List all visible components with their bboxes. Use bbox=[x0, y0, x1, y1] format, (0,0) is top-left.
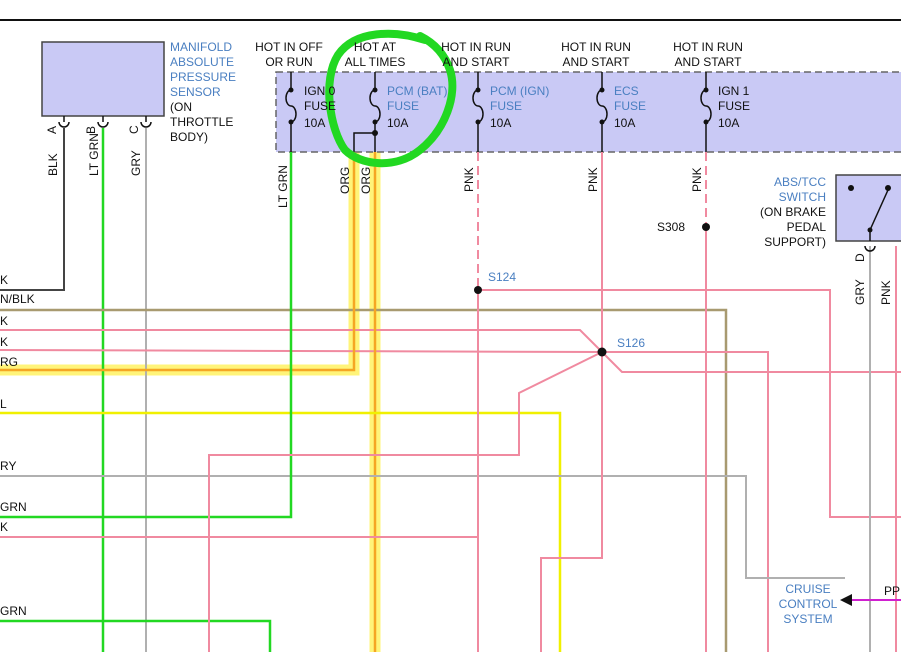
left-wire-label: N/BLK bbox=[0, 292, 35, 306]
map-sensor-title: MANIFOLD bbox=[170, 40, 232, 54]
fuse-name: IGN 1 bbox=[718, 84, 750, 98]
fuse-header: HOT IN RUN bbox=[561, 40, 631, 54]
org-wire-highlight bbox=[0, 152, 381, 652]
abs-pin-label: D bbox=[853, 253, 867, 262]
map-sensor-box bbox=[41, 41, 165, 117]
fuse-name: FUSE bbox=[614, 99, 646, 113]
map-sensor-location: BODY) bbox=[170, 130, 208, 144]
abs-switch-title: ABS/TCC bbox=[774, 175, 826, 189]
left-wire-label: GRN bbox=[0, 604, 27, 618]
wire-pnk-s126-a bbox=[208, 351, 603, 652]
fuse-name: PCM (BAT) bbox=[387, 84, 447, 98]
wire-pnk-s126-b bbox=[601, 351, 901, 373]
cruise-title: CONTROL bbox=[779, 597, 838, 611]
abs-switch-location: (ON BRAKE bbox=[760, 205, 826, 219]
fuse-name: FUSE bbox=[387, 99, 419, 113]
map-sensor-location: THROTTLE bbox=[170, 115, 233, 129]
map-sensor-title: ABSOLUTE bbox=[170, 55, 234, 69]
splice-label: S124 bbox=[488, 270, 516, 284]
wire-yel bbox=[0, 411, 562, 652]
fuse-header: HOT IN RUN bbox=[673, 40, 743, 54]
fuse-wire-label: ORG bbox=[359, 167, 373, 194]
abs-wire-label: PNK bbox=[879, 280, 893, 305]
map-pin-label: B bbox=[84, 126, 98, 134]
wire-pnk-k1 bbox=[0, 329, 603, 353]
fuse-wire-label: LT GRN bbox=[276, 165, 290, 208]
fuse-rating: 10A bbox=[614, 116, 635, 130]
fuse-name: FUSE bbox=[304, 99, 336, 113]
cruise-arrow-icon bbox=[840, 594, 852, 606]
abs-switch-title: SWITCH bbox=[779, 190, 826, 204]
map-wire-label: BLK bbox=[46, 153, 60, 176]
wire-ltgrn-bottom bbox=[0, 619, 272, 652]
fuse-name: ECS bbox=[614, 84, 639, 98]
left-wire-label: RG bbox=[0, 355, 18, 369]
splice-label: S126 bbox=[617, 336, 645, 350]
splice-s124-dot bbox=[474, 286, 482, 294]
cruise-wire-label: PP bbox=[884, 584, 900, 598]
abs-wire-label: GRY bbox=[853, 279, 867, 305]
fuse-name: FUSE bbox=[718, 99, 750, 113]
fuse-header: HOT IN OFF bbox=[255, 40, 323, 54]
map-sensor-title: PRESSURE bbox=[170, 70, 236, 84]
map-sensor-location: (ON bbox=[170, 100, 192, 114]
fuse-header: HOT AT bbox=[354, 40, 397, 54]
map-wire-label: GRY bbox=[129, 150, 143, 176]
fuse-header: AND START bbox=[443, 55, 511, 69]
map-wire-label: LT GRN bbox=[87, 133, 101, 176]
fuse-header: AND START bbox=[563, 55, 631, 69]
wiring-diagram: MANIFOLD ABSOLUTE PRESSURE SENSOR (ON THROTT… bbox=[0, 0, 901, 652]
left-wire-label: K bbox=[0, 335, 8, 349]
fuse-rating: 10A bbox=[718, 116, 739, 130]
splice-label: S308 bbox=[657, 220, 685, 234]
abs-switch-location: SUPPORT) bbox=[764, 235, 826, 249]
wire-org-left bbox=[0, 152, 356, 372]
fuse-wire-label: PNK bbox=[690, 167, 704, 192]
splice-s308-dot bbox=[702, 223, 710, 231]
fuse-rating: 10A bbox=[490, 116, 511, 130]
fuse-block bbox=[275, 71, 901, 153]
fuse-header: ALL TIMES bbox=[345, 55, 406, 69]
fuse-header: OR RUN bbox=[265, 55, 312, 69]
splice-s126-dot bbox=[597, 347, 607, 357]
wire-pnk-ecs bbox=[540, 152, 603, 652]
wire-pnk-k2 bbox=[0, 349, 769, 652]
diagram-canvas: MANIFOLDABSOLUTEPRESSURESENSOR (ONTHROTT… bbox=[0, 19, 901, 652]
fuse-header: HOT IN RUN bbox=[441, 40, 511, 54]
map-pin-label: C bbox=[127, 125, 141, 134]
left-wire-label: L bbox=[0, 397, 7, 411]
fuse-wire-label: ORG bbox=[338, 167, 352, 194]
cruise-title: SYSTEM bbox=[783, 612, 832, 626]
fuse-wire-label: PNK bbox=[586, 167, 600, 192]
map-sensor-title: SENSOR bbox=[170, 85, 221, 99]
fuse-header: AND START bbox=[675, 55, 743, 69]
left-wire-label: GRN bbox=[0, 500, 27, 514]
fuse-name: PCM (IGN) bbox=[490, 84, 549, 98]
fuse-rating: 10A bbox=[304, 116, 325, 130]
map-pin-label: A bbox=[45, 126, 59, 134]
left-wire-label: K bbox=[0, 520, 8, 534]
left-wire-label: K bbox=[0, 273, 8, 287]
wire-pnk-s124 bbox=[478, 289, 901, 518]
cruise-title: CRUISE bbox=[785, 582, 830, 596]
wire-gry-ry bbox=[0, 475, 845, 579]
fuse-name: IGN 0 bbox=[304, 84, 336, 98]
fuse-rating: 10A bbox=[387, 116, 408, 130]
left-wire-label: K bbox=[0, 314, 8, 328]
abs-switch-location: PEDAL bbox=[787, 220, 827, 234]
wire-tan bbox=[0, 308, 728, 652]
fuse-name: FUSE bbox=[490, 99, 522, 113]
wire-blk bbox=[0, 128, 65, 291]
left-wire-label: RY bbox=[0, 459, 16, 473]
fuse-wire-label: PNK bbox=[462, 167, 476, 192]
